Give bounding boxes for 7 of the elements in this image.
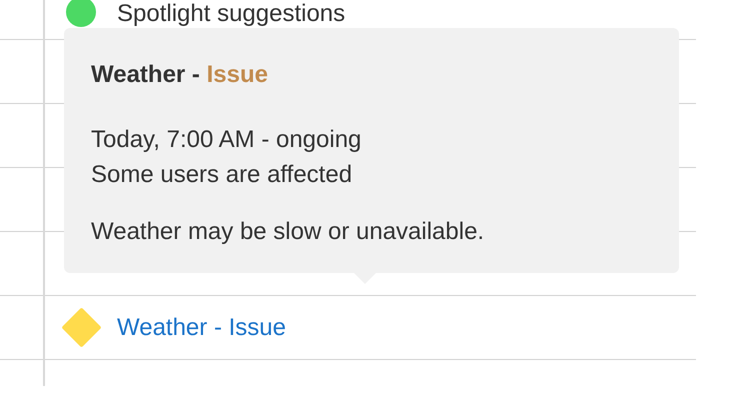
tooltip-title: Weather - [91, 61, 200, 88]
service-name: Spotlight suggestions [117, 1, 346, 27]
affected-users: Some users are affected [91, 160, 354, 190]
incident-period: Today, 7:00 AM - ongoing [91, 125, 362, 155]
service-link[interactable]: Weather - Issue [117, 314, 286, 342]
incident-message: Weather may be slow or unavailable. [91, 217, 486, 247]
tooltip-status: Issue [206, 61, 268, 88]
